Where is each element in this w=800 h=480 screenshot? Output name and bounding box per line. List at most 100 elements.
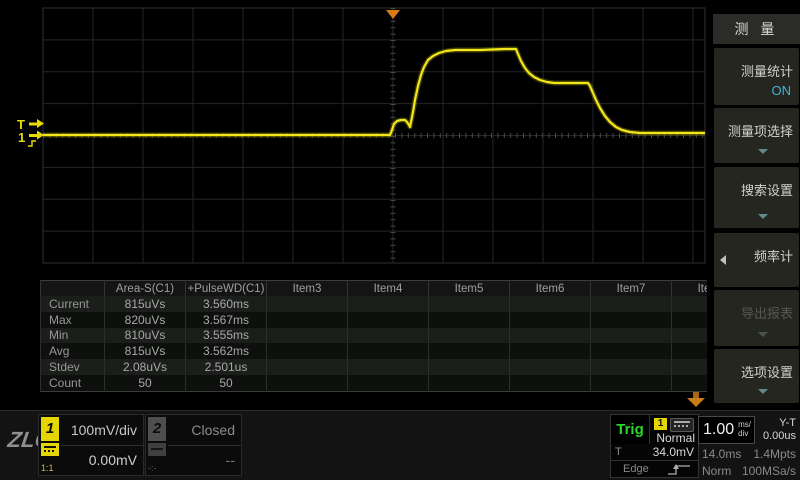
table-cell (267, 375, 348, 391)
table-cell (267, 343, 348, 359)
table-cell: 3.560ms (186, 296, 267, 312)
row-label: Current (41, 296, 105, 312)
timebase-row3: Norm 100MSa/s (698, 464, 800, 480)
menu-item-value: ON (772, 83, 792, 98)
channel2-badge: 2 (148, 417, 166, 441)
trigger-level-value: 34.0mV (653, 445, 694, 459)
table-cell (429, 312, 510, 328)
table-cell (672, 375, 708, 391)
trigger-coupling-icon (670, 418, 694, 432)
table-cell: 3.562ms (186, 343, 267, 359)
channel2-box[interactable]: 2 -:- Closed -- (145, 414, 242, 476)
table-cell (267, 328, 348, 344)
trigger-arrow-shaft (29, 123, 37, 126)
ground-step-icon (28, 141, 36, 146)
trigger-position-icon[interactable] (386, 10, 400, 19)
menu-item-option-settings[interactable]: 选项设置 (714, 349, 799, 403)
table-cell (510, 343, 591, 359)
divider (168, 445, 241, 446)
oscilloscope-screen: T1 Area-S(C1)+PulseWD(C1)Item3Item4Item5… (0, 0, 800, 480)
display-mode: Y-T (779, 417, 796, 429)
channel1-zero-marker[interactable]: 1 (18, 130, 25, 145)
table-cell (672, 343, 708, 359)
table-cell: 3.567ms (186, 312, 267, 328)
divider (61, 445, 143, 446)
trigger-level-label: T (615, 446, 622, 458)
column-header (41, 281, 105, 297)
menu-item-measure-stats[interactable]: 测量统计 ON (714, 48, 799, 105)
table-row: Current815uVs3.560ms (41, 296, 708, 312)
table-cell (591, 296, 672, 312)
trigger-level-row: T 34.0mV (611, 444, 698, 461)
table-cell: 3.555ms (186, 328, 267, 344)
table-cell (672, 359, 708, 375)
table-cell (348, 359, 429, 375)
column-header: +PulseWD(C1) (186, 281, 267, 297)
row-label: Avg (41, 343, 105, 359)
trigger-type: Edge (623, 463, 649, 475)
table-cell (348, 328, 429, 344)
table-cell (429, 343, 510, 359)
table-cell: 2.501us (186, 359, 267, 375)
timebase-unit: ms/div (738, 420, 751, 438)
menu-item-measure-item-select[interactable]: 测量项选择 (714, 108, 799, 163)
table-cell: 815uVs (105, 296, 186, 312)
column-header: Item4 (348, 281, 429, 297)
table-cell (591, 343, 672, 359)
table-cell (267, 312, 348, 328)
table-cell (267, 296, 348, 312)
table-cell: 810uVs (105, 328, 186, 344)
timebase-scale: 1.00 (703, 421, 734, 439)
trigger-mode: Normal (656, 431, 695, 445)
chevron-down-icon (758, 149, 768, 154)
menu-item-export-report: 导出报表 (714, 290, 799, 346)
table-row: Stdev2.08uVs2.501us (41, 359, 708, 375)
chevron-down-icon (758, 332, 768, 337)
measure-menu-sidebar: 测 量 测量统计 ON 测量项选择搜索设置频率计导出报表选项设置 (713, 0, 800, 404)
menu-item-freq-counter[interactable]: 频率计 (714, 233, 799, 287)
memory-depth: 1.4Mpts (753, 447, 796, 461)
table-cell (429, 359, 510, 375)
menu-title: 测 量 (713, 14, 800, 44)
channel1-box[interactable]: 1 1:1 100mV/div 0.00mV (38, 414, 144, 476)
table-cell (591, 328, 672, 344)
table-cell (267, 359, 348, 375)
table-cell (510, 312, 591, 328)
table-cell (510, 296, 591, 312)
table-cell (672, 312, 708, 328)
table-cell (348, 296, 429, 312)
sample-rate: 100MSa/s (742, 464, 796, 478)
menu-item-label: 搜索设置 (741, 180, 793, 199)
table-cell (591, 312, 672, 328)
timebase-box[interactable]: 1.00 ms/div Y-T 0.00us 14.0ms 1.4Mpts No… (698, 411, 800, 480)
measurement-table-wrap: Area-S(C1)+PulseWD(C1)Item3Item4Item5Ite… (40, 280, 707, 394)
table-cell (429, 375, 510, 391)
menu-item-label: 频率计 (754, 246, 793, 265)
column-header: Area-S(C1) (105, 281, 186, 297)
table-cell (672, 328, 708, 344)
row-label: Min (41, 328, 105, 344)
menu-more-down-icon[interactable] (687, 392, 705, 407)
menu-item-search-settings[interactable]: 搜索设置 (714, 167, 799, 228)
trigger-type-row: Edge (611, 461, 698, 477)
rising-edge-icon (666, 463, 692, 476)
column-header: Item8 (672, 281, 708, 297)
trace-glow (43, 49, 705, 135)
table-cell (348, 375, 429, 391)
menu-item-label: 选项设置 (741, 362, 793, 381)
capture-window: 14.0ms (702, 447, 741, 461)
menu-item-label: 测量统计 (741, 61, 793, 80)
trigger-box[interactable]: Trig 1 Normal T 34.0mV Edge (610, 414, 699, 478)
channel1-arrow-shaft (29, 134, 37, 137)
channel2-coupling-icon (148, 443, 166, 456)
arrow-head (687, 398, 705, 407)
chevron-down-icon (758, 214, 768, 219)
column-header: Item5 (429, 281, 510, 297)
chevron-down-icon (758, 389, 768, 394)
waveform-plot: T1 (0, 0, 713, 280)
table-cell (591, 375, 672, 391)
trigger-source-badge: 1 (654, 418, 667, 430)
measurement-table: Area-S(C1)+PulseWD(C1)Item3Item4Item5Ite… (40, 280, 707, 392)
table-cell (348, 343, 429, 359)
table-cell (348, 312, 429, 328)
